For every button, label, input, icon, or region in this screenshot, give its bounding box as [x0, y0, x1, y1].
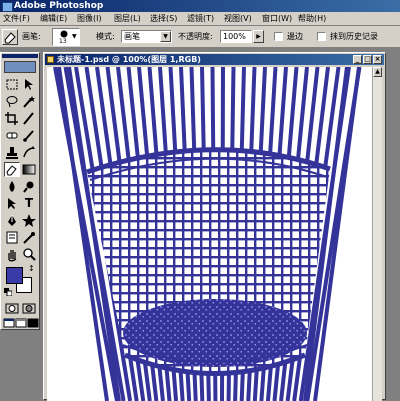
photoshop-app-icon — [2, 2, 13, 12]
app-title-bar: Adobe Photoshop — [0, 0, 400, 12]
menu-filter[interactable]: 滤镜(T) — [187, 13, 214, 25]
menu-image[interactable]: 图像(I) — [77, 13, 102, 25]
chevron-down-icon: ▼ — [160, 31, 171, 42]
clone-stamp-tool-icon[interactable] — [4, 145, 20, 160]
zoom-tool-icon[interactable] — [21, 247, 37, 262]
document-icon — [47, 56, 54, 63]
basket-artwork[interactable] — [47, 67, 382, 401]
toolbox-grip[interactable] — [2, 54, 38, 58]
path-selection-tool-icon[interactable] — [4, 196, 20, 211]
eraser-tool-icon[interactable] — [4, 162, 20, 177]
mode-select[interactable]: 画笔 ▼ — [121, 30, 172, 43]
edge-checkbox[interactable] — [274, 32, 283, 41]
document-window: 未标题-1.psd @ 100%(图层 1,RGB) _ □ × ▲ — [43, 52, 386, 401]
document-title: 未标题-1.psd @ 100%(图层 1,RGB) — [57, 55, 201, 64]
crop-tool-icon[interactable] — [4, 111, 20, 126]
tool-preset-button[interactable] — [2, 29, 18, 45]
toolbox: T ↕ — [0, 52, 40, 330]
photoshop-logo-icon — [4, 61, 36, 73]
chevron-down-icon: ▼ — [72, 33, 77, 40]
options-bar: 画笔: 13 ▼ 模式: 画笔 ▼ 不透明度: 100% ▶ 邊边 抹到历史记录 — [0, 26, 400, 48]
brush-picker[interactable]: 13 ▼ — [52, 28, 80, 46]
quick-mask-mode-icon[interactable] — [21, 302, 37, 317]
full-screen-mode-icon[interactable] — [27, 317, 39, 332]
basket — [86, 147, 331, 376]
mode-label: 模式: — [96, 32, 115, 41]
eraser-icon — [4, 32, 16, 44]
minimize-button[interactable]: _ — [353, 55, 362, 64]
menu-window[interactable]: 窗口(W) — [262, 13, 292, 25]
app-title: Adobe Photoshop — [14, 1, 104, 11]
type-tool-icon[interactable]: T — [21, 196, 37, 211]
dodge-tool-icon[interactable] — [21, 179, 37, 194]
eyedropper-tool-icon[interactable] — [21, 230, 37, 245]
brush-size-value: 13 — [59, 38, 67, 45]
notes-tool-icon[interactable] — [4, 230, 20, 245]
erase-to-history-label: 抹到历史记录 — [330, 32, 378, 41]
menu-layer[interactable]: 图层(L) — [114, 13, 141, 25]
standard-mode-icon[interactable] — [4, 302, 20, 317]
lasso-tool-icon[interactable] — [4, 94, 20, 109]
magic-wand-tool-icon[interactable] — [21, 94, 37, 109]
hand-tool-icon[interactable] — [4, 247, 20, 262]
maximize-button[interactable]: □ — [363, 55, 372, 64]
move-tool-icon[interactable] — [21, 77, 37, 92]
default-colors-icon[interactable] — [4, 288, 13, 297]
opacity-input[interactable]: 100% — [220, 30, 252, 43]
swap-colors-icon[interactable]: ↕ — [28, 265, 35, 273]
full-screen-menu-mode-icon[interactable] — [15, 317, 27, 332]
pen-tool-icon[interactable] — [4, 213, 20, 228]
blur-tool-icon[interactable] — [4, 179, 20, 194]
canvas[interactable]: ▲ — [47, 67, 382, 401]
scroll-up-icon[interactable]: ▲ — [373, 67, 382, 77]
menu-edit[interactable]: 编辑(E) — [40, 13, 67, 25]
history-brush-tool-icon[interactable] — [21, 145, 37, 160]
custom-shape-tool-icon[interactable] — [21, 213, 37, 228]
edge-label: 邊边 — [287, 32, 303, 41]
slice-tool-icon[interactable] — [21, 111, 37, 126]
brush-label: 画笔: — [22, 32, 41, 41]
menu-view[interactable]: 视图(V) — [224, 13, 252, 25]
mode-value: 画笔 — [124, 32, 140, 41]
vertical-scrollbar[interactable]: ▲ — [372, 67, 382, 401]
erase-to-history-checkbox[interactable] — [317, 32, 326, 41]
opacity-label: 不透明度: — [178, 32, 213, 41]
brush-tool-icon[interactable] — [21, 128, 37, 143]
document-title-bar[interactable]: 未标题-1.psd @ 100%(图层 1,RGB) _ □ × — [45, 54, 384, 65]
gradient-tool-icon[interactable] — [21, 162, 37, 177]
healing-brush-tool-icon[interactable] — [4, 128, 20, 143]
close-button[interactable]: × — [373, 55, 382, 64]
standard-screen-mode-icon[interactable] — [3, 317, 15, 332]
menu-file[interactable]: 文件(F) — [3, 13, 30, 25]
menu-help[interactable]: 帮助(H) — [298, 13, 326, 25]
marquee-tool-icon[interactable] — [4, 77, 20, 92]
chevron-right-icon[interactable]: ▶ — [253, 30, 264, 43]
foreground-color-swatch[interactable] — [6, 267, 23, 284]
opacity-value: 100% — [223, 32, 246, 41]
menu-bar: 文件(F) 编辑(E) 图像(I) 图层(L) 选择(S) 滤镜(T) 视图(V… — [0, 12, 400, 26]
menu-select[interactable]: 选择(S) — [150, 13, 177, 25]
